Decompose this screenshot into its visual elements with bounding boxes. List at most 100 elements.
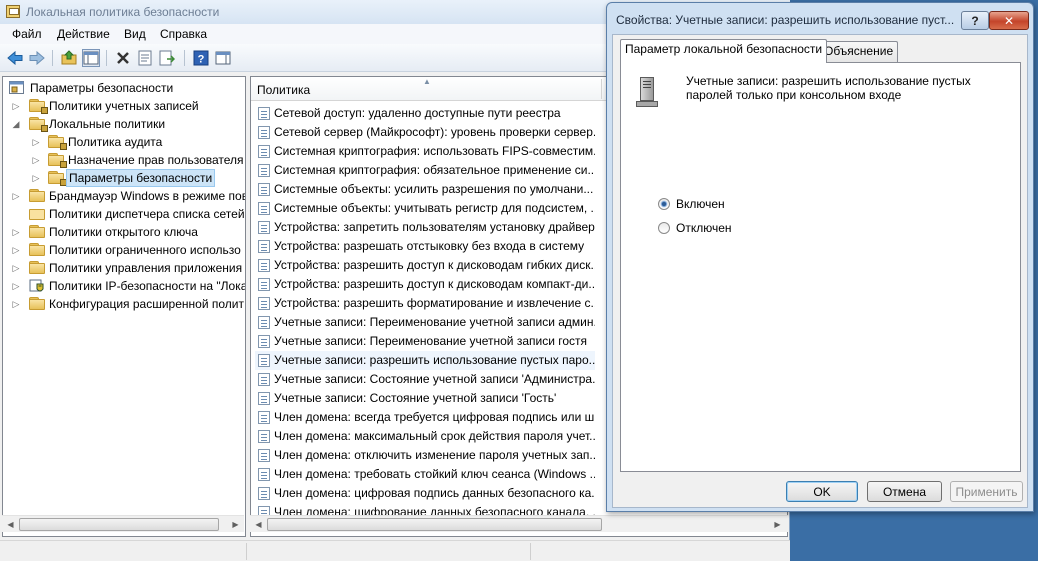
policy-name: Устройства: разрешить форматирование и и… [274, 296, 595, 310]
ok-button[interactable]: OK [786, 481, 858, 502]
cancel-button[interactable]: Отмена [867, 481, 942, 502]
console-icon[interactable] [214, 49, 232, 67]
folder-icon [29, 261, 45, 274]
scroll-left-icon[interactable]: ◀ [2, 516, 19, 533]
policy-row[interactable]: Системные объекты: учитывать регистр для… [255, 199, 595, 218]
policy-row[interactable]: Устройства: разрешить доступ к дисковода… [255, 275, 595, 294]
back-arrow-icon[interactable] [6, 49, 24, 67]
tree-item-security-options[interactable]: ▷ Параметры безопасности [3, 169, 245, 187]
tree-item-label: Параметры безопасности [30, 81, 174, 95]
help-icon[interactable]: ? [192, 49, 210, 67]
console-tree[interactable]: Параметры безопасности ▷ Политики учетны… [2, 76, 246, 537]
policy-row[interactable]: Учетные записи: Переименование учетной з… [255, 313, 595, 332]
policy-row[interactable]: Системная криптография: использовать FIP… [255, 142, 595, 161]
policy-name: Сетевой доступ: удаленно доступные пути … [274, 106, 561, 120]
policy-row[interactable]: Член домена: цифровая подпись данных без… [255, 484, 595, 503]
expand-arrow-icon[interactable]: ▷ [31, 169, 41, 187]
policy-row[interactable]: Член домена: отключить изменение пароля … [255, 446, 595, 465]
dialog-close-button[interactable]: ✕ [989, 11, 1029, 30]
policy-row[interactable]: Учетные записи: Переименование учетной з… [255, 332, 595, 351]
policy-row[interactable]: Член домена: максимальный срок действия … [255, 427, 595, 446]
policy-setting-icon [258, 449, 270, 462]
radio-button[interactable] [658, 222, 670, 234]
scroll-right-icon[interactable]: ▶ [227, 516, 244, 533]
up-folder-icon[interactable] [60, 49, 78, 67]
tree-item-label: Политики IP-безопасности на "Лока [49, 279, 246, 293]
expand-arrow-icon[interactable]: ▷ [11, 187, 21, 205]
tree-item-account-policies[interactable]: ▷ Политики учетных записей [3, 97, 245, 115]
menu-view[interactable]: Вид [124, 27, 146, 41]
dialog-body: Параметр локальной безопасности Объяснен… [612, 34, 1028, 508]
scroll-right-icon[interactable]: ▶ [769, 516, 786, 533]
scroll-left-icon[interactable]: ◀ [250, 516, 267, 533]
expand-arrow-icon[interactable]: ▷ [11, 241, 21, 259]
collapse-arrow-icon[interactable]: ◢ [11, 115, 21, 133]
tree-item-audit-policy[interactable]: ▷ Политика аудита [3, 133, 245, 151]
policy-row[interactable]: Член домена: требовать стойкий ключ сеан… [255, 465, 595, 484]
policy-name: Системная криптография: использовать FIP… [274, 144, 595, 158]
tab-local-security-setting[interactable]: Параметр локальной безопасности [620, 39, 828, 63]
policy-row[interactable]: Учетные записи: Состояние учетной записи… [255, 370, 595, 389]
expand-arrow-icon[interactable]: ▷ [31, 133, 41, 151]
policy-setting-icon [258, 392, 270, 405]
tree-item-windows-firewall[interactable]: ▷ Брандмауэр Windows в режиме пов [3, 187, 245, 205]
policy-setting-icon [258, 145, 270, 158]
tree-item-ip-security[interactable]: ▷ Политики IP-безопасности на "Лока [3, 277, 245, 295]
show-hide-tree-icon[interactable] [82, 49, 100, 67]
policy-row[interactable]: Устройства: разрешить форматирование и и… [255, 294, 595, 313]
tree-item-local-policies[interactable]: ◢ Локальные политики [3, 115, 245, 133]
policy-row[interactable]: Системная криптография: обязательное при… [255, 161, 595, 180]
export-list-icon[interactable] [158, 49, 176, 67]
scrollbar-thumb[interactable] [267, 518, 602, 531]
properties-dialog: Свойства: Учетные записи: разрешить испо… [606, 2, 1034, 512]
policy-row[interactable]: Сетевой доступ: удаленно доступные пути … [255, 104, 595, 123]
policy-row[interactable]: Устройства: разрешить доступ к дисковода… [255, 256, 595, 275]
dialog-title-bar[interactable]: Свойства: Учетные записи: разрешить испо… [607, 3, 1033, 33]
scrollbar-thumb[interactable] [19, 518, 219, 531]
tree-horizontal-scrollbar[interactable]: ◀ ▶ [2, 515, 244, 532]
tree-item-label: Политики открытого ключа [49, 225, 198, 239]
policy-name: Устройства: разрешить доступ к дисковода… [274, 258, 595, 272]
folder-icon [29, 207, 45, 220]
expand-arrow-icon[interactable]: ▷ [11, 259, 21, 277]
policy-row[interactable]: Системные объекты: усилить разрешения по… [255, 180, 595, 199]
policy-row[interactable]: Член домена: всегда требуется цифровая п… [255, 408, 595, 427]
tree-item-app-control[interactable]: ▷ Политики управления приложения [3, 259, 245, 277]
column-header-policy[interactable]: Политика [257, 83, 310, 97]
forward-arrow-icon[interactable] [28, 49, 46, 67]
expand-arrow-icon[interactable]: ▷ [31, 151, 41, 169]
policy-row[interactable]: Сетевой сервер (Майкрософт): уровень про… [255, 123, 595, 142]
policy-row[interactable]: Учетные записи: Состояние учетной записи… [255, 389, 595, 408]
policy-row[interactable]: Учетные записи: разрешить использование … [255, 351, 595, 370]
list-horizontal-scrollbar[interactable]: ◀ ▶ [250, 515, 788, 532]
delete-icon[interactable] [114, 49, 132, 67]
tree-item-software-restriction[interactable]: ▷ Политики ограниченного использо [3, 241, 245, 259]
policy-row[interactable]: Устройства: разрешать отстыковку без вхо… [255, 237, 595, 256]
policy-name: Сетевой сервер (Майкрософт): уровень про… [274, 125, 595, 139]
tree-item-network-list-policies[interactable]: Политики диспетчера списка сетей [3, 205, 245, 223]
policy-setting-icon [258, 335, 270, 348]
policy-setting-icon [258, 373, 270, 386]
policy-name: Учетные записи: Состояние учетной записи… [274, 372, 595, 386]
menu-action[interactable]: Действие [57, 27, 110, 41]
properties-icon[interactable] [136, 49, 154, 67]
expand-arrow-icon[interactable]: ▷ [11, 295, 21, 313]
expand-arrow-icon[interactable]: ▷ [11, 97, 21, 115]
window-title: Локальная политика безопасности [26, 5, 220, 19]
tree-item-label: Параметры безопасности [66, 169, 216, 187]
tree-item-advanced-audit[interactable]: ▷ Конфигурация расширенной полит [3, 295, 245, 313]
tree-item-public-key-policies[interactable]: ▷ Политики открытого ключа [3, 223, 245, 241]
tree-item-root[interactable]: Параметры безопасности [3, 79, 245, 97]
tree-item-user-rights[interactable]: ▷ Назначение прав пользователя [3, 151, 245, 169]
dialog-help-button[interactable]: ? [961, 11, 989, 30]
expand-arrow-icon[interactable]: ▷ [11, 223, 21, 241]
tree-item-label: Политика аудита [68, 135, 163, 149]
menu-file[interactable]: Файл [12, 27, 42, 41]
menu-help[interactable]: Справка [160, 27, 207, 41]
expand-arrow-icon[interactable]: ▷ [11, 277, 21, 295]
policy-name: Системные объекты: усилить разрешения по… [274, 182, 594, 196]
tab-explain[interactable]: Объяснение [819, 41, 899, 62]
policy-row[interactable]: Устройства: запретить пользователям уста… [255, 218, 595, 237]
radio-button[interactable] [658, 198, 670, 210]
apply-button[interactable]: Применить [950, 481, 1023, 502]
